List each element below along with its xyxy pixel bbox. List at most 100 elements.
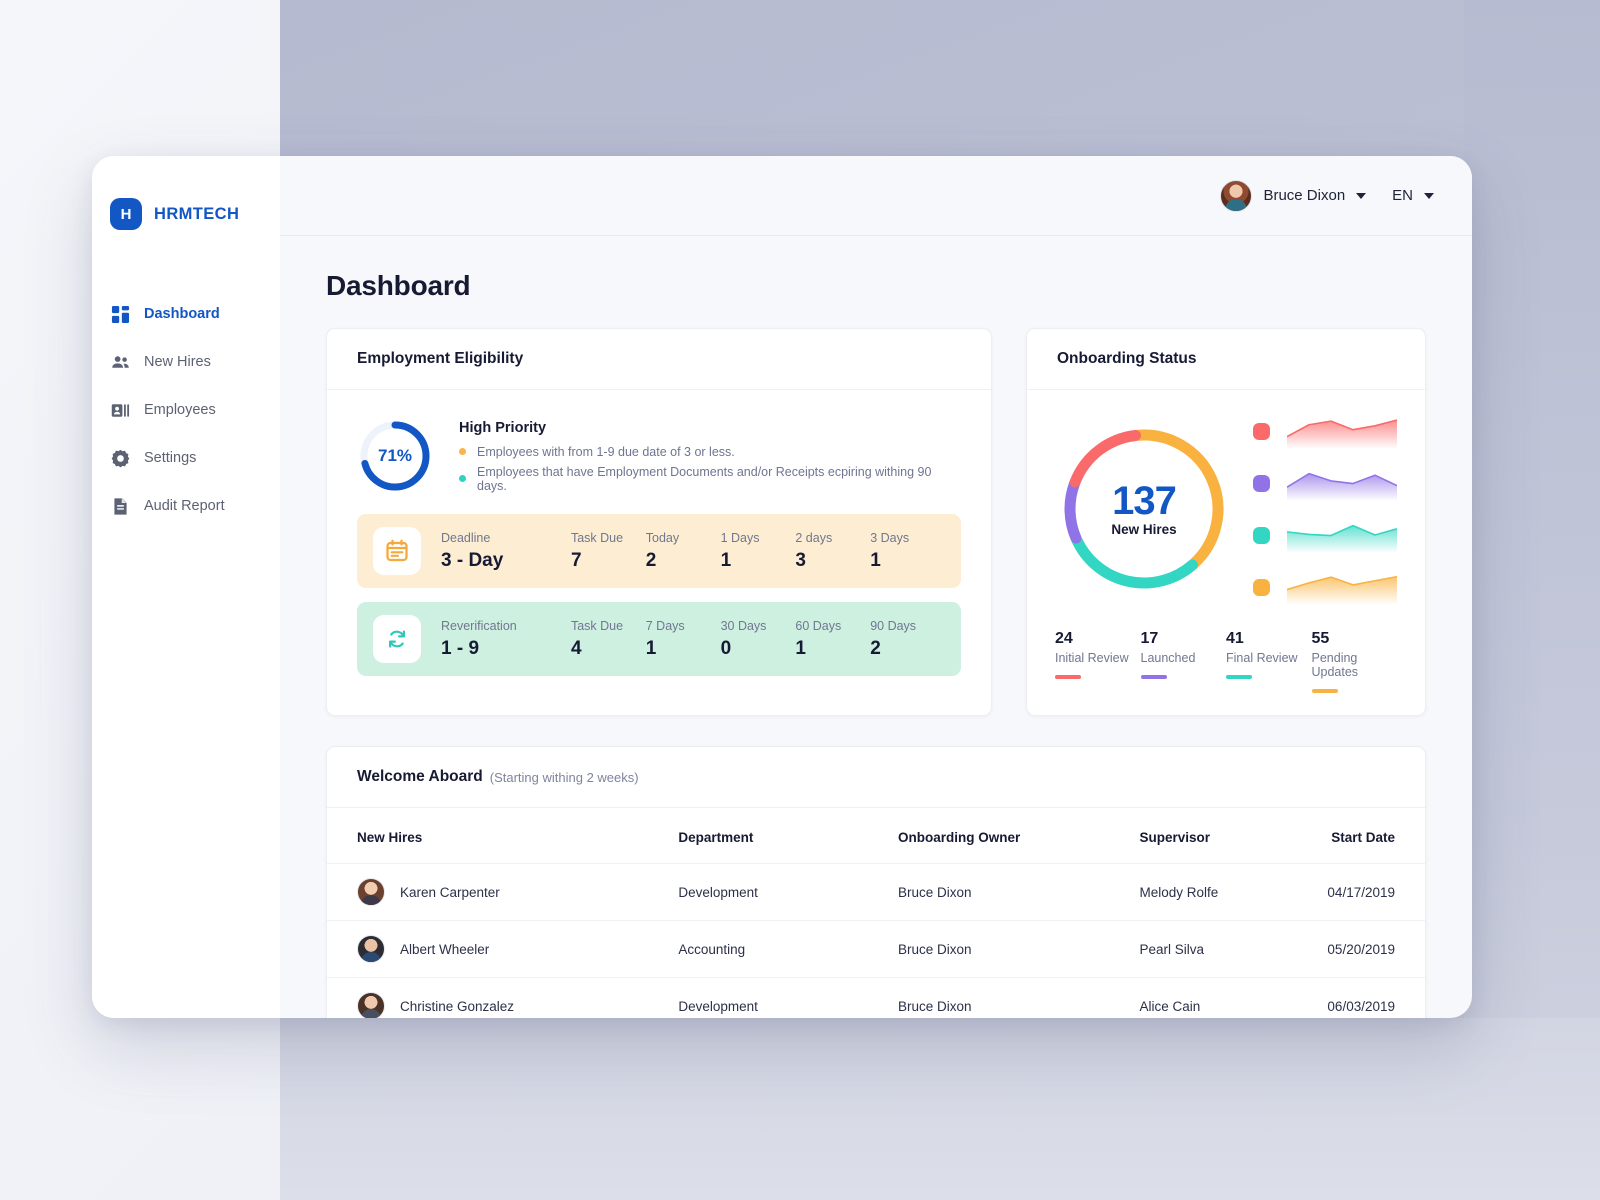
stat-key: Task Due [570,618,624,633]
high-priority-bullet: Employees with from 1-9 due date of 3 or… [459,445,961,459]
cell-department: Development [678,977,898,1018]
high-priority-text: High Priority Employees with from 1-9 du… [459,420,961,493]
legend-number: 41 [1226,630,1244,647]
sidebar-item-label: New Hires [144,354,211,370]
stat-value: 1 [870,549,881,571]
people-icon [112,355,129,368]
column-header-onboarding-owner[interactable]: Onboarding Owner [898,808,1140,864]
legend-item: 17 Launched [1140,630,1227,693]
new-hire-name: Albert Wheeler [400,941,490,957]
stat-key: 3 Days [870,530,910,545]
column-header-department[interactable]: Department [678,808,898,864]
cell-onboarding-owner: Bruce Dixon [897,863,1140,921]
legend-item: 24 Initial Review [1055,630,1141,693]
cell-onboarding-owner: Bruce Dixon [897,920,1140,978]
legend-number: 55 [1311,630,1330,647]
cell-start-date: 04/17/2019 [1315,863,1425,921]
stat-key: 2 days [795,530,833,545]
calendar-icon-wrap [373,527,421,575]
stat-cell: 60 Days 1 [795,619,870,660]
column-header-new-hires[interactable]: New Hires [327,808,678,864]
stat-cell: Task Due 7 [571,531,646,572]
bullet-dot-icon [459,475,466,482]
stat-cell: 90 Days 2 [870,619,945,660]
reverification-stat-row[interactable]: Reverification 1 - 9 Task Due 4 7 Days 1 [357,602,961,676]
refresh-icon-wrap [373,615,421,663]
column-header-start-date[interactable]: Start Date [1315,808,1425,864]
language-label: EN [1392,187,1413,204]
eligibility-progress-ring: 71% [357,418,433,494]
user-name: Bruce Dixon [1263,187,1346,204]
table-row[interactable]: Albert Wheeler Accounting Bruce Dixon Pe… [327,920,1425,978]
sidebar-item-audit-report[interactable]: Audit Report [92,482,280,530]
cell-supervisor: Melody Rolfe [1139,863,1316,921]
donut-caption: New Hires [1111,522,1177,537]
stat-value: 1 - 9 [441,637,480,659]
stat-value: 3 - Day [441,549,504,571]
stat-key: Task Due [570,530,624,545]
stat-key: Deadline [441,530,491,545]
sparkline-row [1253,570,1397,604]
stat-cell: 2 days 3 [795,531,870,572]
table-body: Karen Carpenter Development Bruce Dixon … [327,863,1425,1018]
stat-value: 3 [795,549,806,571]
stat-value: 7 [570,549,582,571]
sidebar-item-label: Audit Report [144,498,225,514]
cell-department: Accounting [678,920,898,978]
cell-start-date: 05/20/2019 [1315,920,1425,978]
language-selector[interactable]: EN [1392,187,1434,204]
legend-label: Pending Updates [1311,651,1359,679]
brand-logo[interactable]: H HRMTECH [92,178,280,238]
onboarding-body: 137 New Hires 24 Initial Review 17 Launc… [1027,390,1425,715]
user-menu[interactable]: Bruce Dixon [1220,179,1367,212]
cell-supervisor: Pearl Silva [1139,920,1316,978]
stat-key: 30 Days [720,618,767,633]
sparkline-chart [1287,518,1397,552]
sidebar-item-dashboard[interactable]: Dashboard [92,290,280,338]
app-window: H HRMTECH Dashboard New Hires Employees … [92,156,1472,1018]
card-title: Employment Eligibility [357,350,524,367]
sparkline-row [1253,414,1397,448]
ring-percent-label: 71% [377,446,413,465]
content-area: Dashboard Employment Eligibility 71% Hig… [280,236,1472,1018]
stat-value: 4 [570,637,582,659]
sidebar-item-new-hires[interactable]: New Hires [92,338,280,386]
high-priority-title: High Priority [459,419,547,436]
topbar: Bruce Dixon EN [280,156,1472,236]
deadline-stat-row[interactable]: Deadline 3 - Day Task Due 7 Today 2 1 Da… [357,514,961,588]
sparkline-color-swatch [1253,422,1270,440]
sparkline-row [1253,466,1397,500]
onboarding-donut-chart: 137 New Hires [1055,420,1233,598]
high-priority-section: 71% High Priority Employees with from 1-… [327,390,991,514]
stat-cell: Reverification 1 - 9 [441,619,571,660]
sidebar-item-employees[interactable]: Employees [92,386,280,434]
stat-key: 1 Days [720,530,760,545]
cell-new-hire: Karen Carpenter [327,863,679,921]
brand-name: HRMTECH [154,204,240,223]
table-row[interactable]: Karen Carpenter Development Bruce Dixon … [327,863,1425,921]
donut-center-label: 137 New Hires [1055,420,1233,598]
cell-supervisor: Alice Cain [1139,977,1316,1018]
legend-color-bar [1311,689,1338,693]
calendar-icon [386,539,408,562]
new-hire-name: Christine Gonzalez [400,998,515,1014]
gear-icon [111,449,130,467]
onboarding-legend: 24 Initial Review 17 Launched 41 Final R… [1055,630,1397,693]
card-header: Employment Eligibility [327,329,991,390]
stat-value: 0 [720,637,732,659]
legend-item: 41 Final Review [1226,630,1312,693]
avatar [357,878,385,906]
sparkline-chart [1287,414,1397,448]
cell-new-hire: Albert Wheeler [327,920,679,978]
sparkline-color-swatch [1253,578,1270,596]
sidebar-item-label: Dashboard [144,306,220,322]
column-header-supervisor[interactable]: Supervisor [1140,808,1316,864]
sparkline-color-swatch [1253,474,1270,492]
table-row[interactable]: Christine Gonzalez Development Bruce Dix… [327,977,1425,1018]
legend-label: Final Review [1226,651,1298,665]
legend-item: 55 Pending Updates [1311,630,1398,693]
sidebar-item-settings[interactable]: Settings [92,434,280,482]
id-card-icon [111,403,130,417]
stat-key: 90 Days [870,618,917,633]
avatar [357,992,385,1018]
